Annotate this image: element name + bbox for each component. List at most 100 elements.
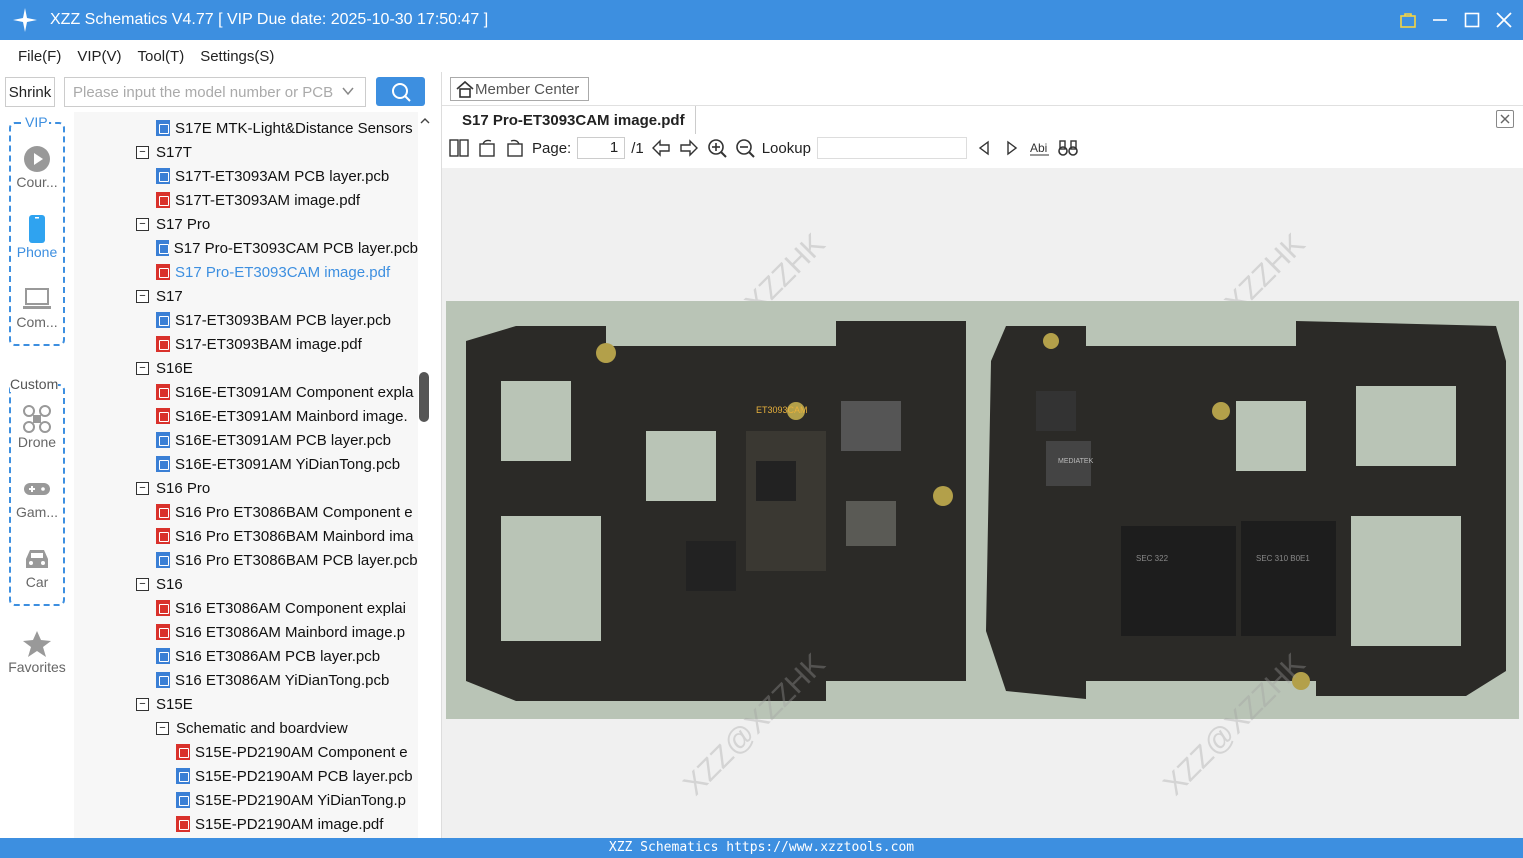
tree-file[interactable]: S16E-ET3091AM YiDianTong.pcb (74, 452, 418, 476)
sidebar-item-game[interactable]: Gam... (0, 474, 74, 520)
chevron-down-icon[interactable] (341, 84, 355, 102)
tree-file[interactable]: S15E-PD2190AM PCB layer.pcb (74, 764, 418, 788)
binoculars-icon[interactable] (1057, 137, 1079, 159)
next-page-icon[interactable] (678, 137, 700, 159)
sidebar-item-phone[interactable]: Phone (0, 214, 74, 260)
collapse-icon[interactable]: − (136, 697, 149, 711)
tree-folder[interactable]: − S15E (74, 692, 418, 716)
tree-item-label: S16 ET3086AM Mainbord image.p (175, 623, 406, 641)
sidebar-item-computer[interactable]: Com... (0, 284, 74, 330)
collapse-icon[interactable]: − (136, 145, 149, 159)
tree-file[interactable]: S15E-PD2190AM image.pdf (74, 812, 418, 836)
collapse-icon[interactable]: − (136, 481, 149, 495)
tree-folder[interactable]: − S16 (74, 572, 418, 596)
find-next-icon[interactable] (1001, 137, 1023, 159)
sidebar-item-drone[interactable]: Drone (0, 404, 74, 450)
document-pane: Member Center S17 Pro-ET3093CAM image.pd… (441, 72, 1523, 838)
gamepad-icon (0, 474, 74, 504)
pdf-file-icon (156, 528, 170, 544)
tree-file[interactable]: S17 Pro-ET3093CAM image.pdf (74, 260, 418, 284)
tree-item-label: S17 Pro (156, 215, 211, 233)
collapse-icon[interactable]: − (136, 361, 149, 375)
tree-file[interactable]: S16E-ET3091AM PCB layer.pcb (74, 428, 418, 452)
menu-tool[interactable]: Tool(T) (138, 48, 185, 65)
tree-item-label: S16 Pro ET3086BAM Component e (175, 503, 413, 521)
collapse-icon[interactable]: − (136, 289, 149, 303)
tab-document[interactable]: S17 Pro-ET3093CAM image.pdf (452, 106, 696, 134)
tree-file[interactable]: S16E-ET3091AM Component expla (74, 380, 418, 404)
pcb-file-icon (156, 648, 170, 664)
category-sidebar: VIP Cour... Phone Com... Custom Drone Ga… (0, 112, 74, 838)
vip-bag-icon[interactable] (1397, 9, 1419, 31)
app-logo-icon (0, 0, 50, 40)
sidebar-item-label: Phone (16, 244, 58, 260)
tree-file[interactable]: S16 Pro ET3086BAM PCB layer.pcb (74, 548, 418, 572)
sidebar-item-label: Com... (16, 314, 58, 330)
search-icon (391, 82, 411, 102)
custom-group-label: Custom (10, 376, 59, 392)
close-tab-icon[interactable] (1496, 110, 1514, 128)
pcb-file-icon (156, 120, 170, 136)
rotate-right-icon[interactable] (504, 137, 526, 159)
tree-scrollbar[interactable] (418, 112, 432, 838)
tree-file[interactable]: S15E-PD2190AM YiDianTong.p (74, 788, 418, 812)
zoom-in-icon[interactable] (706, 137, 728, 159)
search-button[interactable] (376, 77, 425, 106)
model-search-input[interactable]: Please input the model number or PCB (64, 77, 366, 107)
menu-vip[interactable]: VIP(V) (77, 48, 121, 65)
tree-folder[interactable]: − S17 Pro (74, 212, 418, 236)
tree-file[interactable]: S15E-PD2190AM Component e (74, 740, 418, 764)
maximize-button[interactable] (1461, 9, 1483, 31)
tree-folder[interactable]: − Schematic and boardview (74, 716, 418, 740)
collapse-icon[interactable]: − (136, 217, 149, 231)
sidebar-item-courses[interactable]: Cour... (0, 144, 74, 190)
tree-folder[interactable]: − S16 Pro (74, 476, 418, 500)
lookup-label: Lookup (761, 139, 811, 157)
find-previous-icon[interactable] (973, 137, 995, 159)
tree-folder[interactable]: − S16E (74, 356, 418, 380)
tree-file[interactable]: S17 Pro-ET3093CAM PCB layer.pcb (74, 236, 418, 260)
lookup-input[interactable] (816, 137, 967, 159)
match-case-icon[interactable]: Abi (1029, 137, 1051, 159)
tree-folder[interactable]: − S17T (74, 140, 418, 164)
minimize-button[interactable] (1429, 9, 1451, 31)
tree-file[interactable]: S17-ET3093BAM image.pdf (74, 332, 418, 356)
pcb-file-icon (176, 768, 190, 784)
collapse-icon[interactable]: − (156, 721, 169, 735)
two-page-icon[interactable] (448, 137, 470, 159)
tree-folder[interactable]: − S17 (74, 284, 418, 308)
tree-file[interactable]: S17-ET3093BAM PCB layer.pcb (74, 308, 418, 332)
shrink-button[interactable]: Shrink (5, 77, 55, 107)
previous-page-icon[interactable] (650, 137, 672, 159)
tree-file[interactable]: S16E-ET3091AM Mainbord image. (74, 404, 418, 428)
tree-file[interactable]: S17T-ET3093AM image.pdf (74, 188, 418, 212)
menu-file[interactable]: File(F) (18, 48, 61, 65)
tree-file[interactable]: S16 Pro ET3086BAM Component e (74, 500, 418, 524)
pdf-toolbar: Page: 1 /1 Lookup Abi (442, 134, 1523, 162)
tree-item-label: S16 ET3086AM Component explai (175, 599, 406, 617)
scroll-up-icon[interactable] (418, 114, 432, 128)
tree-file[interactable]: S16 ET3086AM YiDianTong.pcb (74, 668, 418, 692)
tree-file[interactable]: S17T-ET3093AM PCB layer.pcb (74, 164, 418, 188)
tree-file[interactable]: S17E MTK-Light&Distance Sensors (74, 116, 418, 140)
tree-file[interactable]: S16 ET3086AM PCB layer.pcb (74, 644, 418, 668)
pdf-viewer[interactable]: XZZ@XZZHK XZZ@XZZHK (442, 168, 1523, 838)
tree-file[interactable]: S16 ET3086AM Component explai (74, 596, 418, 620)
member-center-button[interactable]: Member Center (450, 77, 589, 101)
page-number-input[interactable]: 1 (577, 137, 626, 159)
rotate-left-icon[interactable] (476, 137, 498, 159)
tree-item-label: S17 (156, 287, 183, 305)
sidebar-item-favorites[interactable]: Favorites (0, 629, 74, 675)
tree-item-label: S15E-PD2190AM Component e (195, 743, 408, 761)
pdf-file-icon (156, 504, 170, 520)
menu-settings[interactable]: Settings(S) (200, 48, 274, 65)
tree-scrollbar-thumb[interactable] (419, 372, 429, 422)
board-label: MEDIATEK (1058, 458, 1094, 465)
pdf-file-icon (156, 600, 170, 616)
tree-file[interactable]: S16 ET3086AM Mainbord image.p (74, 620, 418, 644)
close-button[interactable] (1493, 9, 1515, 31)
sidebar-item-car[interactable]: Car (0, 544, 74, 590)
collapse-icon[interactable]: − (136, 577, 149, 591)
tree-file[interactable]: S16 Pro ET3086BAM Mainbord ima (74, 524, 418, 548)
zoom-out-icon[interactable] (734, 137, 756, 159)
